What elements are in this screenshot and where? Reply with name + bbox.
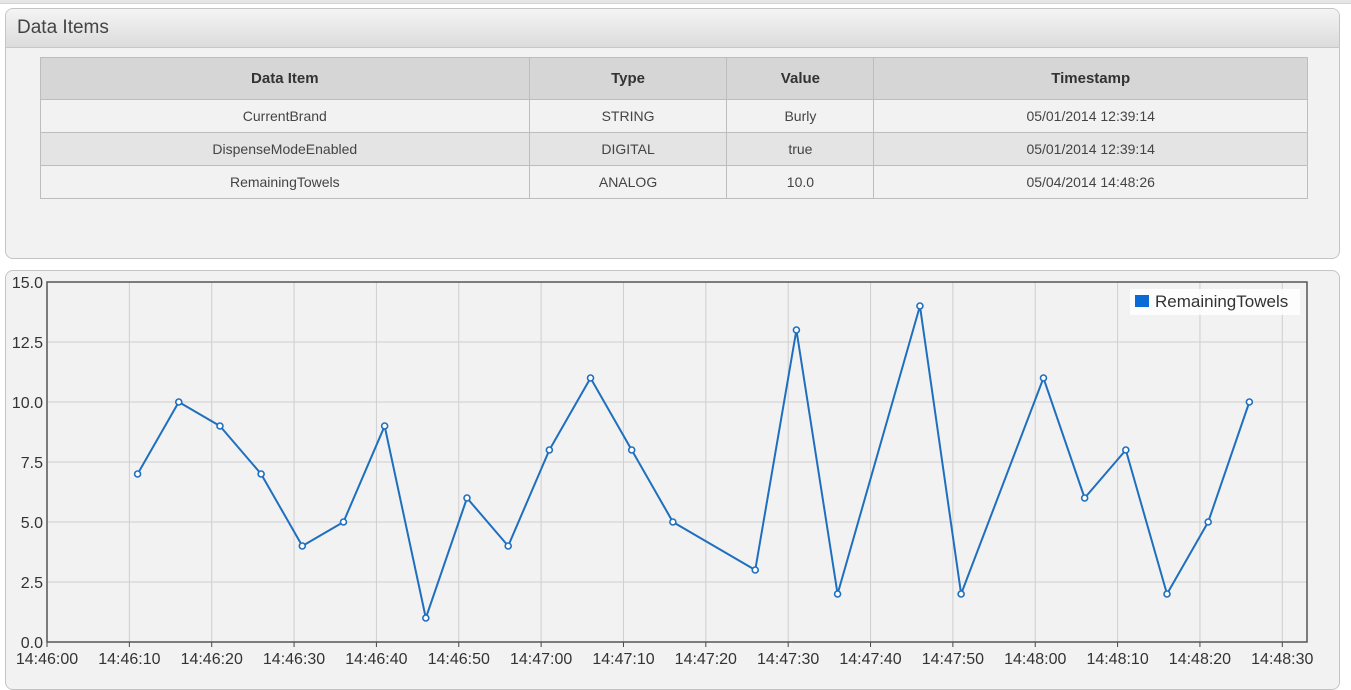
x-tick-label: 14:46:50 bbox=[428, 651, 490, 668]
legend-label: RemainingTowels bbox=[1155, 292, 1288, 311]
data-point bbox=[1204, 518, 1212, 526]
x-tick-label: 14:48:10 bbox=[1086, 651, 1148, 668]
data-point bbox=[380, 422, 389, 430]
data-point bbox=[833, 590, 842, 598]
data-point bbox=[792, 326, 801, 334]
legend-swatch bbox=[1135, 295, 1149, 307]
x-tick-label: 14:47:30 bbox=[757, 651, 819, 668]
y-tick-label: 12.5 bbox=[12, 335, 43, 352]
data-point bbox=[463, 494, 471, 502]
data-point bbox=[916, 302, 924, 310]
data-point bbox=[957, 590, 965, 598]
data-point bbox=[422, 614, 430, 622]
data-point bbox=[1039, 374, 1048, 382]
x-tick-label: 14:48:00 bbox=[1004, 651, 1066, 668]
data-point bbox=[545, 446, 554, 454]
x-tick-label: 14:46:20 bbox=[181, 651, 243, 668]
x-tick-label: 14:46:00 bbox=[16, 651, 78, 668]
x-tick-label: 14:48:20 bbox=[1169, 651, 1231, 668]
x-tick-label: 14:47:40 bbox=[839, 651, 901, 668]
y-tick-label: 5.0 bbox=[21, 515, 43, 532]
x-tick-label: 14:46:10 bbox=[98, 651, 160, 668]
y-tick-label: 15.0 bbox=[12, 275, 43, 292]
data-point bbox=[339, 518, 348, 526]
x-tick-label: 14:48:30 bbox=[1251, 651, 1313, 668]
data-point bbox=[1245, 398, 1254, 406]
data-point bbox=[504, 542, 512, 550]
data-point bbox=[133, 470, 142, 478]
x-tick-label: 14:47:10 bbox=[592, 651, 654, 668]
x-tick-label: 14:47:20 bbox=[675, 651, 737, 668]
data-point bbox=[627, 446, 636, 454]
data-point bbox=[298, 542, 307, 550]
data-point bbox=[1122, 446, 1130, 454]
x-tick-label: 14:47:00 bbox=[510, 651, 572, 668]
x-tick-label: 14:46:40 bbox=[345, 651, 407, 668]
data-point bbox=[174, 398, 183, 406]
y-tick-label: 10.0 bbox=[12, 395, 43, 412]
y-tick-label: 7.5 bbox=[21, 455, 43, 472]
data-point bbox=[216, 422, 224, 430]
y-tick-label: 0.0 bbox=[21, 635, 43, 652]
data-point bbox=[669, 518, 677, 526]
data-point bbox=[1163, 590, 1171, 598]
y-tick-label: 2.5 bbox=[21, 575, 43, 592]
data-point bbox=[1080, 494, 1089, 502]
data-point bbox=[586, 374, 595, 382]
x-tick-label: 14:47:50 bbox=[922, 651, 984, 668]
remaining-towels-chart: 14:46:00 14:46:10 14:46:20 14:46:30 14:46:40… bbox=[12, 275, 1314, 668]
data-point bbox=[257, 470, 265, 478]
data-point bbox=[751, 566, 760, 574]
x-tick-label: 14:46:30 bbox=[263, 651, 325, 668]
